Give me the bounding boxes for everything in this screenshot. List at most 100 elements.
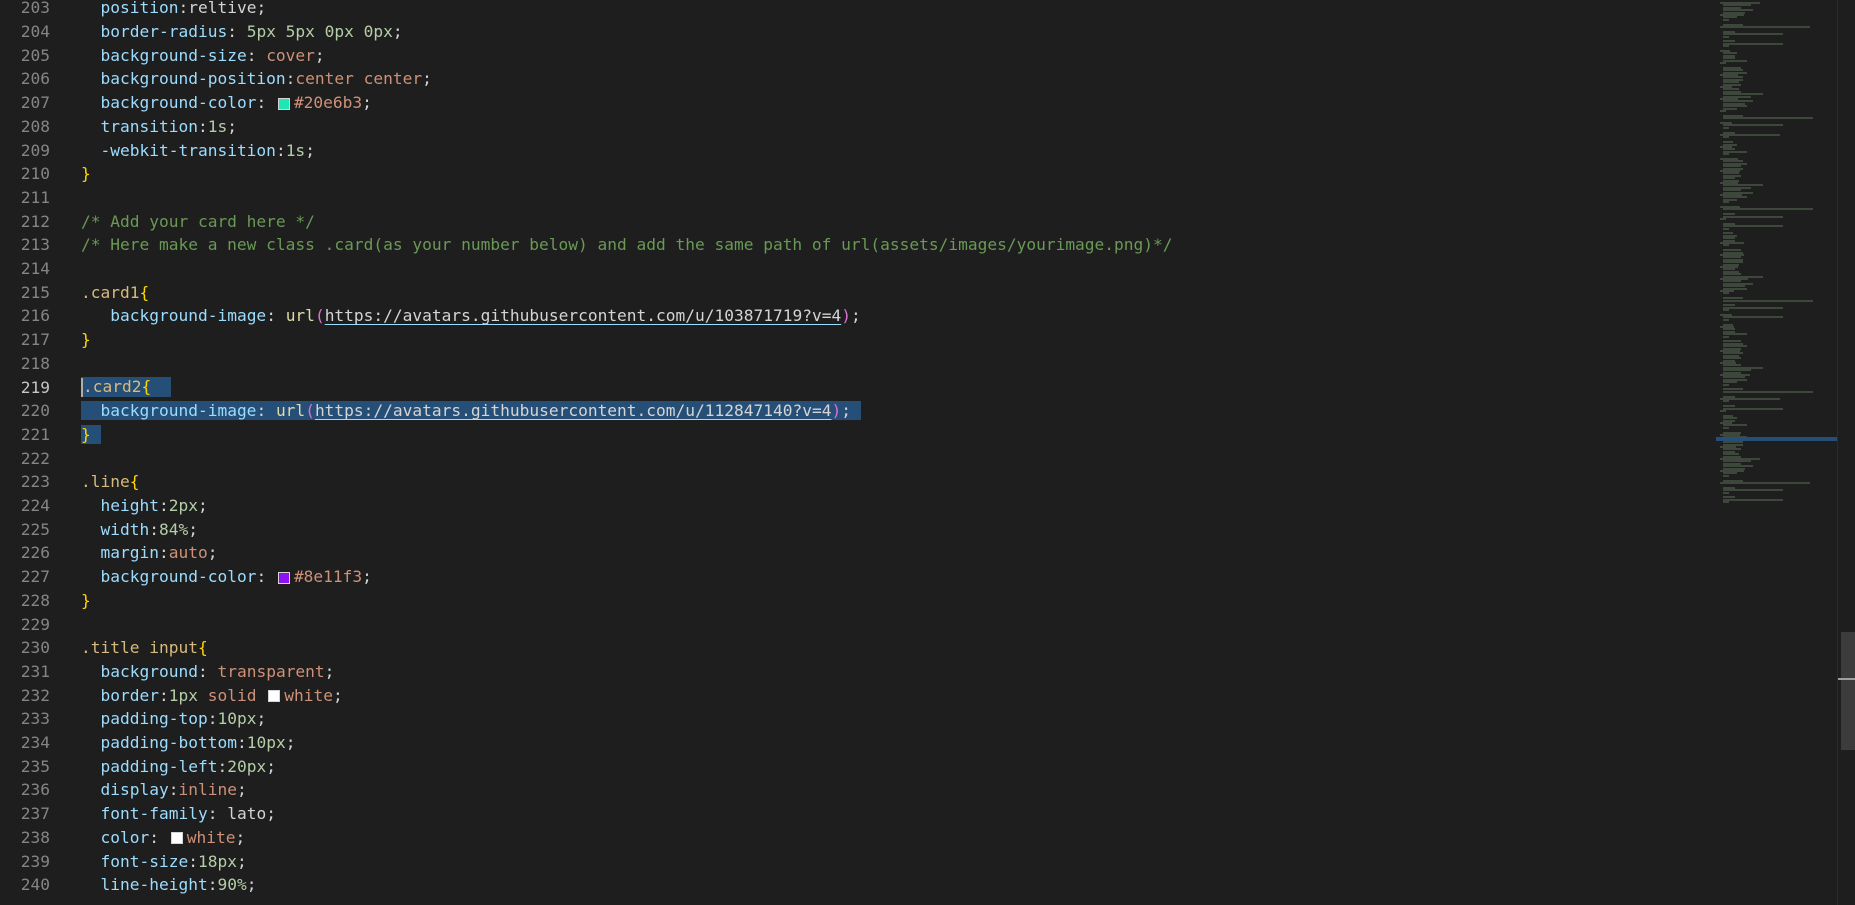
code-line[interactable]: 212 /* Add your card here */ [0, 209, 1716, 233]
code-token: white [186, 827, 236, 847]
code-token: : [207, 875, 218, 895]
line-number: 221 [20, 424, 50, 444]
code-line[interactable]: 220 background-image: url(https://avatar… [0, 399, 1716, 423]
code-line[interactable]: 231 background: transparent; [0, 660, 1716, 684]
code-line[interactable]: 211 [0, 186, 1716, 210]
line-number: 219 [20, 377, 50, 397]
code-line[interactable]: 238 color: white; [0, 826, 1716, 850]
color-swatch[interactable] [170, 832, 183, 845]
line-number: 229 [20, 614, 50, 634]
line-number: 222 [20, 448, 50, 468]
url-link[interactable]: https://avatars.githubusercontent.com/u/… [325, 306, 842, 325]
code-token: ; [362, 93, 372, 113]
code-text: .card1{ [81, 280, 149, 304]
code-line[interactable]: 224 height:2px; [0, 494, 1716, 518]
code-line[interactable]: 240 line-height:90%; [0, 873, 1716, 897]
color-swatch[interactable] [277, 571, 290, 584]
code-line[interactable]: 237 font-family: lato; [0, 802, 1716, 826]
code-line[interactable]: 215 .card1{ [0, 280, 1716, 304]
code-line[interactable]: 204 border-radius: 5px 5px 0px 0px; [0, 20, 1716, 44]
code-line[interactable]: 213 /* Here make a new class .card(as you… [0, 233, 1716, 257]
minimap-line [1723, 208, 1813, 211]
code-line[interactable]: 205 background-size: cover; [0, 43, 1716, 67]
code-line[interactable]: 226 margin:auto; [0, 541, 1716, 565]
code-line[interactable]: 221} [0, 423, 1716, 447]
code-line[interactable]: 230 .title input{ [0, 636, 1716, 660]
minimap-line [1723, 227, 1729, 230]
code-token: -webkit-transition [100, 140, 276, 160]
code-line[interactable]: 216 background-image: url(https://avatar… [0, 304, 1716, 328]
code-token: ) [841, 306, 851, 326]
minimap-line [1723, 225, 1783, 228]
code-token: ; [236, 851, 247, 871]
minimap-line [1723, 383, 1729, 386]
color-swatch[interactable] [277, 97, 290, 110]
code-token: ; [332, 685, 343, 705]
code-text: } [81, 589, 91, 613]
code-line[interactable]: 208 transition:1s; [0, 115, 1716, 139]
code-token: position [100, 0, 179, 18]
code-text: border:1px solid white; [81, 683, 343, 707]
code-text: padding-left:20px; [81, 754, 276, 778]
line-number: 211 [20, 187, 50, 207]
minimap[interactable] [1716, 0, 1837, 905]
vertical-scrollbar[interactable] [1837, 0, 1855, 905]
line-number: 209 [20, 140, 50, 160]
line-number: 225 [20, 519, 50, 539]
minimap-line [1720, 110, 1726, 112]
code-line[interactable]: 218 [0, 352, 1716, 376]
code-line[interactable]: 207 background-color: #20e6b3; [0, 91, 1716, 115]
code-token: : [149, 519, 159, 539]
code-line[interactable]: 225 width:84%; [0, 517, 1716, 541]
color-swatch[interactable] [268, 690, 281, 703]
code-token: ; [236, 780, 247, 800]
minimap-line [1723, 498, 1783, 501]
code-line[interactable]: 214 [0, 257, 1716, 281]
code-token: padding-top [100, 709, 208, 729]
code-line[interactable]: 219 .card2{ [0, 375, 1716, 399]
code-token: 10px [246, 733, 286, 753]
code-line[interactable]: 236 display:inline; [0, 778, 1716, 802]
minimap-line [1723, 33, 1783, 36]
code-line[interactable]: 209 -webkit-transition:1s; [0, 138, 1716, 162]
code-text: margin:auto; [81, 541, 218, 565]
code-token: : [158, 543, 169, 563]
scrollbar-thumb[interactable] [1841, 632, 1855, 750]
code-line[interactable]: 233 padding-top:10px; [0, 707, 1716, 731]
code-line[interactable]: 239 font-size:18px; [0, 849, 1716, 873]
minimap-line [1720, 398, 1780, 400]
code-editor[interactable]: 203 position:reltive; 204 border-radius: … [0, 0, 1716, 905]
code-line[interactable]: 210} [0, 162, 1716, 186]
code-line[interactable]: 228} [0, 589, 1716, 613]
code-line[interactable]: 203 position:reltive; [0, 0, 1716, 20]
code-line[interactable]: 227 background-color: #8e11f3; [0, 565, 1716, 589]
code-token: } [81, 164, 91, 184]
code-line[interactable]: 229 [0, 612, 1716, 636]
url-link[interactable]: https://avatars.githubusercontent.com/u/… [315, 401, 832, 420]
line-number: 237 [20, 804, 50, 824]
line-number: 224 [20, 496, 50, 516]
line-number: 206 [20, 69, 50, 89]
code-text: .title input{ [81, 636, 208, 660]
code-line[interactable]: 223 .line{ [0, 470, 1716, 494]
code-text: -webkit-transition:1s; [81, 138, 315, 162]
code-token: { [197, 638, 208, 658]
code-line[interactable]: 232 border:1px solid white; [0, 683, 1716, 707]
code-token: : [207, 709, 218, 729]
code-line[interactable]: 234 padding-bottom:10px; [0, 731, 1716, 755]
code-text: color: white; [81, 826, 246, 850]
code-line[interactable]: 235 padding-left:20px; [0, 754, 1716, 778]
code-token: ; [197, 496, 208, 516]
code-line[interactable]: 217} [0, 328, 1716, 352]
code-line[interactable]: 206 background-position:center center; [0, 67, 1716, 91]
line-number: 212 [20, 211, 50, 231]
code-line[interactable]: 222 [0, 446, 1716, 470]
code-token: #20e6b3 [293, 93, 363, 113]
